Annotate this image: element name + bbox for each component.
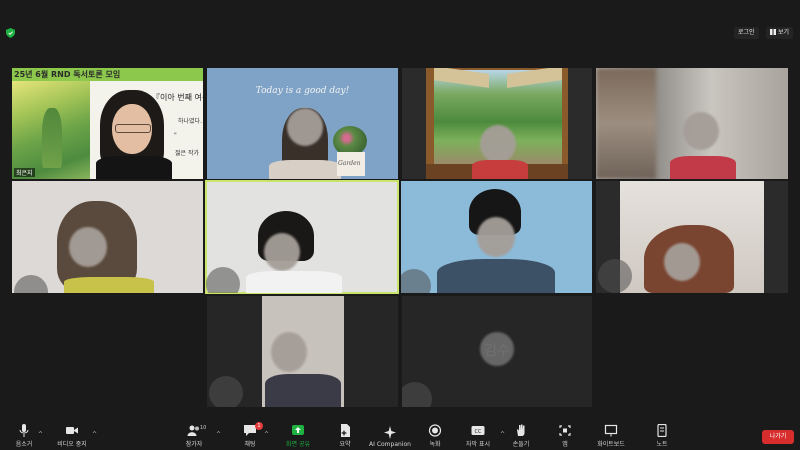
login-button[interactable]: 로그인 bbox=[734, 27, 759, 39]
participant-name: 최은지 bbox=[14, 168, 35, 177]
book-club-slide-tile[interactable]: 25년 6월 RND 독서토론 모임 『이아 번째 여름』 하나였다. " 젊은… bbox=[12, 68, 203, 179]
whiteboard-icon bbox=[604, 424, 618, 437]
blurred-shelf bbox=[596, 68, 656, 179]
participants-button[interactable]: 참가자 10 bbox=[166, 424, 222, 448]
microphone-icon bbox=[19, 424, 29, 437]
share-screen-label: 화면 공유 bbox=[286, 441, 310, 448]
notes-icon bbox=[657, 424, 667, 437]
blurred-face bbox=[287, 108, 323, 146]
slide-line-3: 젊은 작가 bbox=[175, 150, 199, 157]
participant-shirt bbox=[670, 156, 736, 179]
view-button[interactable]: 보기 bbox=[766, 27, 794, 39]
participant-shirt bbox=[64, 277, 154, 293]
login-label: 로그인 bbox=[738, 29, 755, 36]
svg-text:CC: CC bbox=[475, 429, 482, 435]
sparkle-icon bbox=[384, 426, 396, 439]
chat-label: 채팅 bbox=[244, 441, 256, 448]
slide-line-2: " bbox=[174, 132, 177, 139]
wall-caption: Today is a good day! bbox=[255, 86, 350, 96]
avatar-placeholder bbox=[402, 382, 432, 407]
shield-icon bbox=[6, 28, 15, 38]
participants-label: 참가자 bbox=[185, 441, 203, 448]
today-good-day-tile[interactable]: Today is a good day! Garden bbox=[207, 68, 398, 179]
participant-tile-5[interactable] bbox=[12, 181, 203, 293]
participant-tile-8[interactable] bbox=[596, 181, 788, 293]
participants-icon bbox=[187, 425, 199, 436]
leave-button[interactable]: 나가기 bbox=[762, 430, 794, 444]
avatar-placeholder bbox=[401, 269, 431, 293]
record-label: 녹화 bbox=[429, 441, 441, 448]
presenter-body bbox=[96, 156, 172, 179]
video-camera-icon bbox=[66, 427, 78, 434]
participant-shirt bbox=[472, 160, 528, 179]
blurred-room-tile[interactable] bbox=[596, 68, 788, 179]
whiteboard-label: 화이트보드 bbox=[597, 441, 625, 448]
participant-tile-7[interactable] bbox=[401, 181, 592, 293]
closed-captions-icon: CC bbox=[471, 426, 485, 435]
captions-label: 자막 표시 bbox=[466, 441, 490, 448]
chat-badge: 1 bbox=[255, 422, 263, 430]
raise-hand-label: 손들기 bbox=[512, 441, 530, 448]
blurred-face bbox=[69, 227, 107, 267]
notes-button[interactable]: 노트 bbox=[634, 424, 690, 448]
participant-shirt bbox=[265, 374, 341, 407]
participant-shirt bbox=[437, 259, 555, 293]
video-options-caret[interactable]: ^ bbox=[92, 431, 97, 438]
blurred-face bbox=[664, 243, 700, 281]
active-speaker-tile[interactable] bbox=[205, 180, 399, 294]
participant-shirt bbox=[269, 160, 341, 179]
view-label: 보기 bbox=[778, 29, 790, 36]
record-icon bbox=[428, 424, 442, 437]
garden-sign-text: Garden bbox=[338, 160, 361, 167]
garden-window-tile[interactable] bbox=[402, 68, 592, 179]
chat-options-caret[interactable]: ^ bbox=[264, 431, 269, 438]
blurred-name-overlay bbox=[480, 332, 514, 366]
summary-label: 요약 bbox=[339, 441, 351, 448]
slide-title: 『이아 번째 여름』 bbox=[152, 93, 203, 102]
presenter-glasses bbox=[115, 124, 151, 133]
avatar-placeholder bbox=[14, 275, 48, 293]
mute-label: 음소거 bbox=[15, 441, 33, 448]
blurred-face bbox=[264, 233, 300, 271]
ai-companion-label: AI Companion bbox=[369, 441, 411, 448]
blurred-face bbox=[477, 217, 515, 257]
blurred-face bbox=[480, 125, 516, 163]
participant-tile-9[interactable] bbox=[207, 296, 398, 407]
participant-shirt bbox=[246, 271, 342, 293]
meeting-toolbar: 음소거 ^ 비디오 중지 ^ 참가자 10 ^ 채팅 1 ^ 화면 공유 요약 … bbox=[0, 420, 800, 450]
video-off-tile[interactable]: 김수 bbox=[402, 296, 592, 407]
participants-options-caret[interactable]: ^ bbox=[216, 431, 221, 438]
slide-line-1: 하나였다. bbox=[178, 118, 202, 125]
whiteboard-button[interactable]: 화이트보드 bbox=[583, 424, 639, 448]
blurred-face bbox=[271, 332, 307, 372]
apps-icon bbox=[559, 425, 571, 436]
avatar-placeholder bbox=[206, 267, 240, 293]
audio-options-caret[interactable]: ^ bbox=[38, 431, 43, 438]
raised-hand-icon bbox=[517, 424, 525, 436]
share-screen-icon bbox=[292, 425, 304, 435]
stop-video-label: 비디오 중지 bbox=[57, 441, 87, 448]
avatar-placeholder bbox=[598, 259, 632, 293]
top-bar: 로그인 보기 bbox=[0, 0, 800, 62]
grid-icon bbox=[770, 29, 776, 35]
slide-banner-text: 25년 6월 RND 독서토론 모임 bbox=[14, 70, 121, 79]
book-cover-figure bbox=[42, 108, 62, 168]
avatar-placeholder bbox=[209, 376, 243, 407]
summary-document-icon bbox=[341, 424, 350, 437]
blurred-face bbox=[683, 112, 719, 150]
participants-count: 10 bbox=[200, 425, 207, 431]
notes-label: 노트 bbox=[656, 441, 668, 448]
apps-label: 앱 bbox=[562, 441, 568, 448]
